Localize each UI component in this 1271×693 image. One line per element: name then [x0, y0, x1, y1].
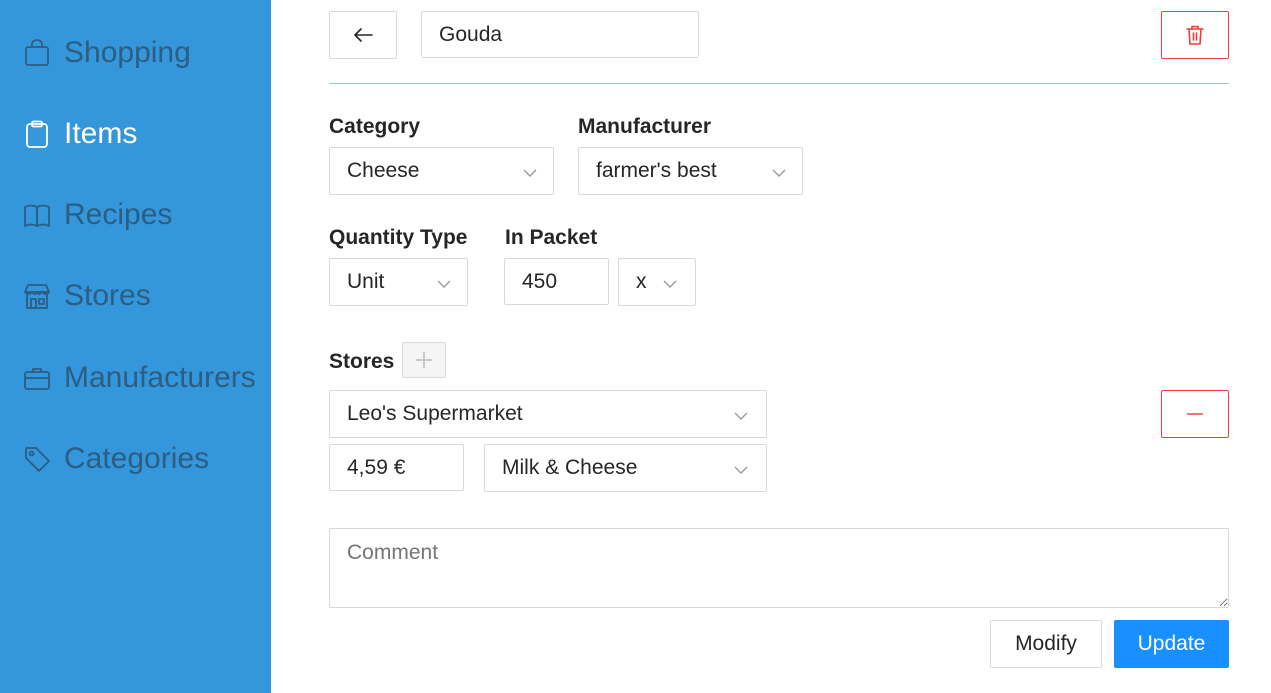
in-packet-unit-value: x — [636, 270, 647, 293]
chevron-down-icon — [437, 273, 451, 288]
store-section-select[interactable]: Milk & Cheese — [484, 444, 767, 492]
sidebar-item-label: Shopping — [64, 36, 191, 69]
sidebar-item-shopping[interactable]: Shopping — [22, 33, 191, 73]
chevron-down-icon — [734, 459, 748, 474]
stores-label: Stores — [329, 350, 395, 373]
sidebar-item-label: Stores — [64, 279, 151, 312]
store-price-input[interactable]: 4,59 € — [329, 444, 464, 491]
in-packet-input[interactable]: 450 — [504, 258, 609, 305]
in-packet-unit-select[interactable]: x — [618, 258, 696, 306]
briefcase-icon — [22, 363, 52, 393]
clipboard-icon — [22, 119, 52, 149]
delete-button[interactable] — [1161, 11, 1229, 59]
manufacturer-label: Manufacturer — [578, 115, 712, 138]
sidebar-item-categories[interactable]: Categories — [22, 439, 209, 479]
back-button[interactable] — [329, 11, 397, 59]
trash-icon — [1185, 24, 1205, 46]
chevron-down-icon — [663, 273, 677, 288]
store-value: Leo's Supermarket — [347, 402, 523, 425]
tag-icon — [22, 444, 52, 474]
quantity-type-label: Quantity Type — [329, 226, 468, 249]
category-select[interactable]: Cheese — [329, 147, 554, 195]
minus-icon — [1186, 412, 1204, 416]
chevron-down-icon — [772, 162, 786, 177]
remove-store-button[interactable] — [1161, 390, 1229, 438]
store-select[interactable]: Leo's Supermarket — [329, 390, 767, 438]
plus-icon — [415, 351, 433, 369]
quantity-type-select[interactable]: Unit — [329, 258, 468, 306]
book-icon — [22, 200, 52, 230]
manufacturer-select[interactable]: farmer's best — [578, 147, 803, 195]
comment-textarea[interactable] — [329, 528, 1229, 608]
in-packet-label: In Packet — [505, 226, 598, 249]
arrow-left-icon — [352, 27, 374, 43]
shop-icon — [22, 281, 52, 311]
modify-button[interactable]: Modify — [990, 620, 1102, 668]
chevron-down-icon — [523, 162, 537, 177]
sidebar-item-recipes[interactable]: Recipes — [22, 195, 172, 235]
update-button[interactable]: Update — [1114, 620, 1229, 668]
add-store-button[interactable] — [402, 342, 446, 378]
manufacturer-value: farmer's best — [596, 159, 717, 182]
sidebar-item-manufacturers[interactable]: Manufacturers — [22, 358, 256, 398]
header-divider — [329, 83, 1229, 84]
sidebar-item-label: Manufacturers — [64, 361, 256, 394]
sidebar-item-label: Recipes — [64, 198, 173, 231]
sidebar-item-label: Categories — [64, 442, 210, 475]
sidebar: Shopping Items Recipes Stores Manufactur… — [0, 0, 271, 693]
store-section-value: Milk & Cheese — [502, 456, 638, 479]
sidebar-item-label: Items — [64, 117, 138, 150]
sidebar-item-items[interactable]: Items — [22, 114, 137, 154]
category-label: Category — [329, 115, 421, 138]
item-name-input[interactable]: Gouda — [421, 11, 699, 58]
chevron-down-icon — [734, 405, 748, 420]
quantity-type-value: Unit — [347, 270, 385, 293]
sidebar-item-stores[interactable]: Stores — [22, 276, 151, 316]
category-value: Cheese — [347, 159, 420, 182]
shopping-bag-icon — [22, 38, 52, 68]
